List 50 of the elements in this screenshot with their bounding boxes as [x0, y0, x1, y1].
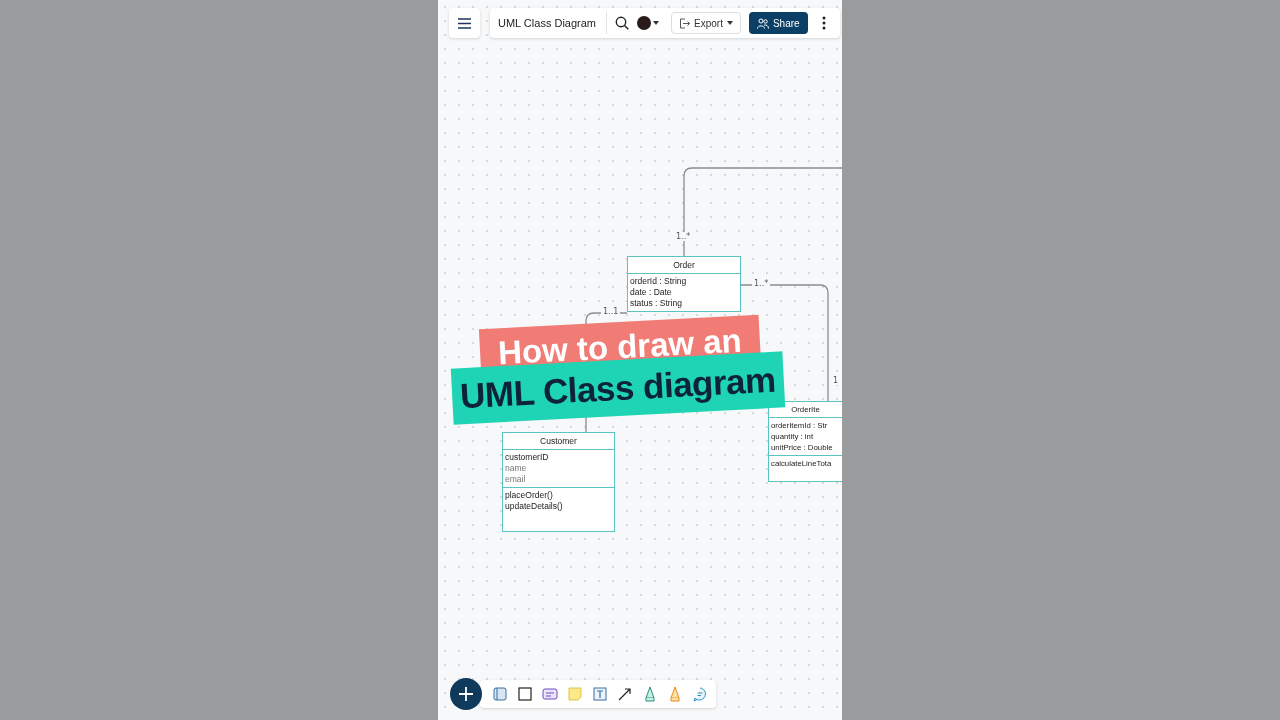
card-tool[interactable]	[542, 686, 558, 702]
multiplicity-label: 1	[831, 376, 841, 385]
more-icon	[821, 16, 826, 30]
multiplicity-label: 1..*	[674, 232, 693, 241]
more-button[interactable]	[821, 16, 826, 30]
people-icon	[756, 17, 769, 29]
method-text: placeOrder()	[505, 490, 554, 501]
attribute-text: name	[505, 463, 528, 474]
search-button[interactable]	[615, 16, 629, 30]
square-tool[interactable]	[517, 686, 533, 702]
attribute-text: email	[505, 474, 527, 485]
template-icon	[492, 686, 508, 702]
attribute-text: status : String	[630, 298, 683, 309]
comment-icon	[692, 686, 708, 702]
menu-icon	[458, 17, 471, 29]
comment-tool[interactable]	[692, 686, 708, 702]
attribute-text: customerID	[505, 452, 550, 463]
share-button[interactable]: Share	[748, 12, 808, 34]
multiplicity-label: 1..1	[601, 307, 621, 316]
add-button[interactable]	[450, 678, 482, 710]
method-text: updateDetails()	[505, 501, 564, 512]
pen-tool[interactable]	[642, 686, 658, 702]
menu-button[interactable]	[449, 8, 480, 38]
attribute-text: date : Date	[630, 287, 673, 298]
avatar-icon	[637, 16, 651, 30]
text-tool[interactable]	[592, 686, 608, 702]
class-box[interactable]: Order orderId : String date : Date status : String	[627, 256, 741, 312]
class-box[interactable]: Customer customerID name email placeOrder() updateDetails()	[502, 432, 615, 532]
square-icon	[517, 686, 533, 702]
plus-icon	[459, 687, 473, 701]
document-title[interactable]: UML Class Diagram	[498, 12, 607, 34]
class-name: Customer	[503, 433, 614, 450]
text-icon	[592, 686, 608, 702]
class-name: Order	[628, 257, 740, 274]
highlighter-tool[interactable]	[667, 686, 683, 702]
sticky-note-icon	[567, 686, 583, 702]
attribute-text: orderId : String	[630, 276, 688, 287]
user-menu[interactable]	[637, 16, 659, 30]
caret-icon	[726, 21, 733, 25]
export-button[interactable]: Export	[671, 12, 741, 34]
caret-icon	[653, 21, 659, 25]
export-icon	[679, 17, 690, 29]
highlighter-icon	[667, 686, 683, 702]
multiplicity-label: 1..*	[752, 279, 771, 288]
template-tool[interactable]	[492, 686, 508, 702]
arrow-icon	[617, 686, 633, 702]
arrow-tool[interactable]	[617, 686, 633, 702]
pen-icon	[642, 686, 658, 702]
card-icon	[542, 686, 558, 702]
search-icon	[615, 16, 629, 30]
